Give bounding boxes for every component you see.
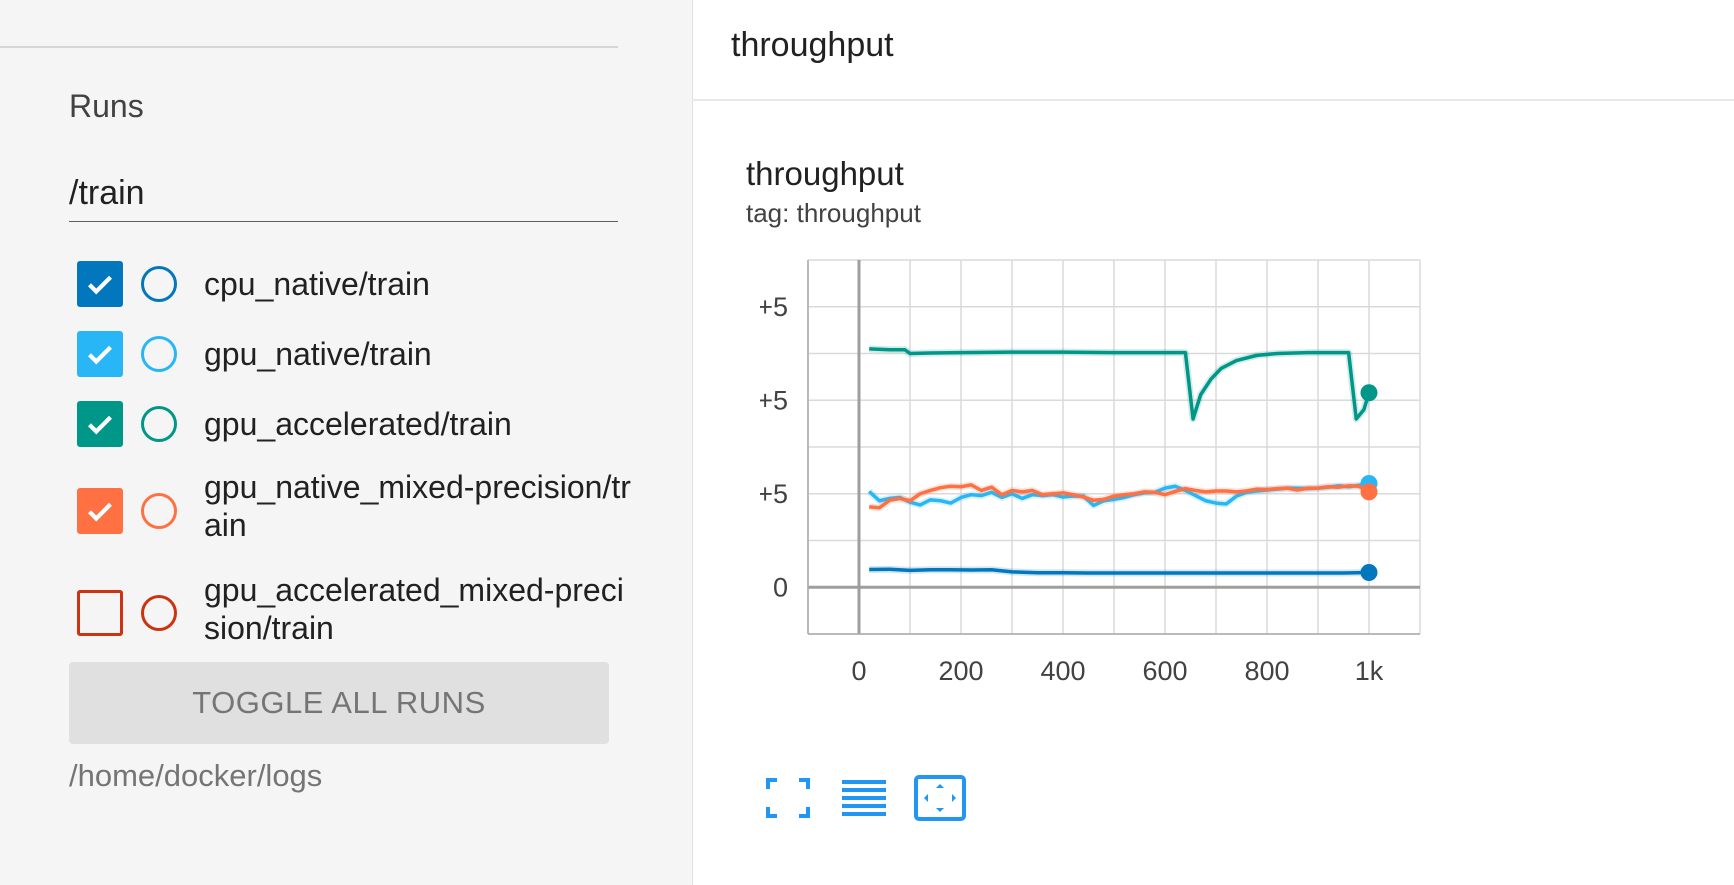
run-checkbox[interactable] [77, 401, 123, 447]
run-label: gpu_native_mixed-precision/train [204, 469, 631, 543]
run-color-picker[interactable] [141, 336, 177, 372]
run-label: gpu_native/train [204, 336, 432, 372]
run-label: cpu_native/train [204, 266, 430, 302]
series-raw-line [869, 345, 1373, 423]
checkmark-icon [88, 275, 112, 295]
run-checkbox[interactable] [77, 488, 123, 534]
fit-to-screen-icon [766, 778, 810, 818]
y-tick-label: 2e+5 [760, 479, 788, 509]
y-tick-label: 4e+5 [760, 385, 788, 415]
run-checkbox[interactable] [77, 261, 123, 307]
x-tick-label: 200 [938, 656, 983, 686]
checkmark-icon [88, 345, 112, 365]
y-tick-label: 6e+5 [760, 292, 788, 322]
x-tick-label: 400 [1040, 656, 1085, 686]
fit-to-screen-button[interactable] [760, 772, 816, 824]
log-directory: /home/docker/logs [69, 758, 323, 793]
x-tick-label: 1k [1355, 656, 1384, 686]
x-tick-label: 600 [1142, 656, 1187, 686]
fit-domain-button[interactable] [912, 772, 968, 824]
run-color-picker[interactable] [141, 266, 177, 302]
tag-group-header[interactable]: throughput [693, 0, 1734, 101]
run-filter-input[interactable] [69, 166, 618, 222]
x-tick-label: 800 [1244, 656, 1289, 686]
series-end-point [1360, 483, 1378, 501]
toggle-log-scale-button[interactable] [836, 772, 892, 824]
throughput-chart[interactable]: 0 200 400 600 800 1k 0 2e+5 4e+5 6e+5 [760, 250, 1580, 750]
sidebar-divider [0, 46, 618, 48]
series-end-point [1360, 564, 1378, 582]
run-color-picker[interactable] [141, 493, 177, 529]
toggle-all-runs-button[interactable]: TOGGLE ALL RUNS [69, 662, 609, 744]
series-line [869, 347, 1371, 421]
checkmark-icon [88, 502, 112, 522]
toggle-log-scale-icon [842, 780, 886, 816]
checkmark-icon [88, 415, 112, 435]
series-end-point [1360, 384, 1378, 402]
y-tick-label: 0 [773, 572, 788, 602]
runs-heading: Runs [69, 88, 144, 124]
runs-sidebar: Runs cpu_native/train gpu_native/train g… [0, 0, 693, 885]
run-label: gpu_accelerated_mixed-precision/train [204, 572, 624, 646]
run-color-picker[interactable] [141, 595, 177, 631]
run-color-picker[interactable] [141, 406, 177, 442]
run-checkbox[interactable] [77, 590, 123, 636]
x-tick-label: 0 [851, 656, 866, 686]
run-label: gpu_accelerated/train [204, 406, 512, 442]
fit-domain-icon [914, 775, 966, 821]
chart-card-subtitle: tag: throughput [746, 198, 921, 228]
run-checkbox[interactable] [77, 331, 123, 377]
tag-group-title: throughput [731, 26, 894, 64]
chart-card-title: throughput [746, 155, 904, 192]
